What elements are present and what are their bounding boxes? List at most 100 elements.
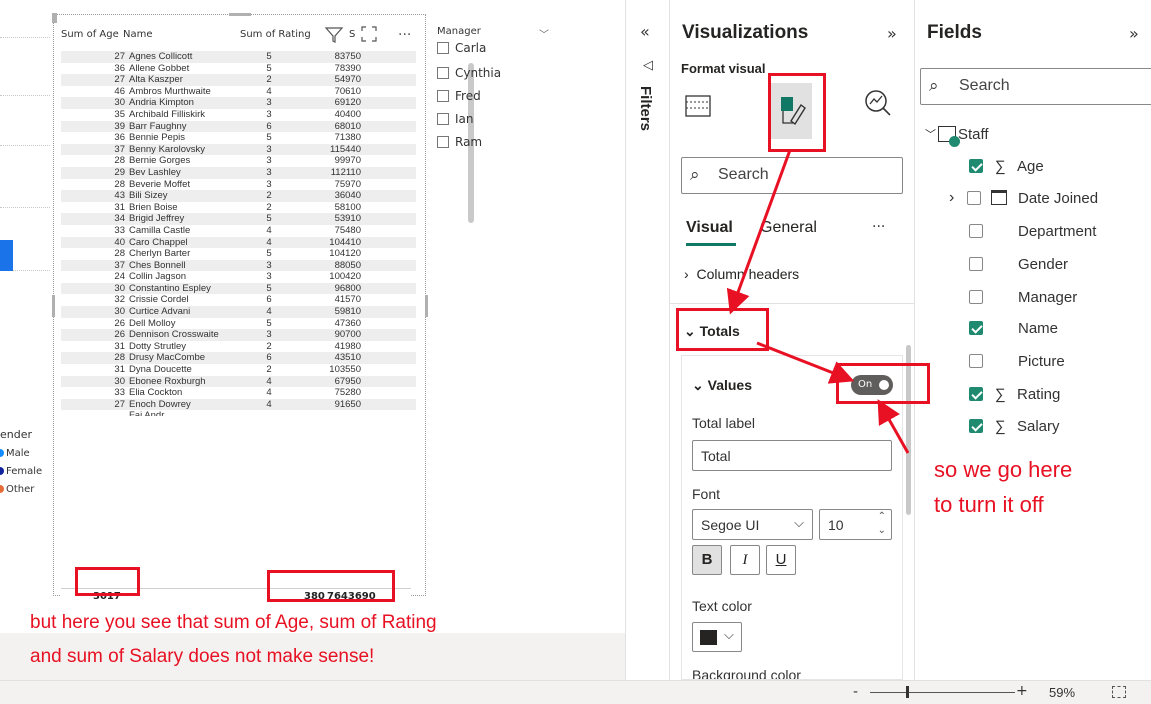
chevron-right-icon[interactable]: › xyxy=(949,189,954,207)
field-department[interactable]: Department xyxy=(915,220,1151,242)
total-label-input[interactable]: Total xyxy=(692,440,892,471)
filter-icon[interactable] xyxy=(324,25,344,49)
checkbox[interactable] xyxy=(437,42,449,54)
table-row[interactable]: 31 Dotty Strutley 2 41980 xyxy=(61,341,416,353)
more-options-icon[interactable]: ··· xyxy=(872,219,885,235)
table-row[interactable]: 43 Bili Sizey 2 36040 xyxy=(61,190,416,202)
legend-item-male[interactable]: Male xyxy=(0,444,42,462)
font-family-select[interactable]: Segoe UI ⌵ xyxy=(692,509,813,540)
more-options-icon[interactable]: ··· xyxy=(398,27,411,43)
checkbox[interactable] xyxy=(437,67,449,79)
slicer-item-ian[interactable]: Ian xyxy=(437,112,474,126)
collapse-left-icon[interactable]: « xyxy=(640,22,650,41)
table-row[interactable]: 36 Bennie Pepis 5 71380 xyxy=(61,132,416,144)
field-salary[interactable]: ∑ Salary xyxy=(915,415,1151,437)
table-row[interactable]: 33 Elia Cockton 4 75280 xyxy=(61,387,416,399)
zoom-in-button[interactable]: + xyxy=(1016,683,1028,699)
field-picture[interactable]: Picture xyxy=(915,350,1151,372)
table-row[interactable]: 30 Constantino Espley 5 96800 xyxy=(61,282,416,295)
table-row[interactable]: 31 Dyna Doucette 2 103550 xyxy=(61,364,416,376)
table-row[interactable]: 39 Barr Faughny 6 68010 xyxy=(61,120,416,133)
checkbox[interactable] xyxy=(437,113,449,125)
table-row[interactable]: 36 Allene Gobbet 5 78390 xyxy=(61,63,416,75)
table-row[interactable]: 27 Agnes Collicott 5 83750 xyxy=(61,51,416,63)
checkbox[interactable] xyxy=(437,136,449,148)
resize-handle[interactable] xyxy=(229,13,251,16)
filters-label[interactable]: Filters xyxy=(637,86,654,131)
resize-handle[interactable] xyxy=(425,295,428,317)
field-checkbox[interactable] xyxy=(969,224,983,238)
field-checkbox[interactable] xyxy=(969,257,983,271)
section-column-headers[interactable]: › Column headers xyxy=(684,266,799,282)
table-row[interactable]: 31 Brien Boise 2 58100 xyxy=(61,202,416,214)
table-row[interactable]: 30 Ebonee Roxburgh 4 67950 xyxy=(61,375,416,388)
slicer-item-cynthia[interactable]: Cynthia xyxy=(437,66,501,80)
fit-to-page-icon[interactable] xyxy=(1112,686,1126,698)
focus-mode-icon[interactable] xyxy=(360,25,378,47)
bold-button[interactable]: B xyxy=(692,545,722,575)
legend-item-female[interactable]: Female xyxy=(0,462,42,480)
table-row[interactable]: 27 Enoch Dowrey 4 91650 xyxy=(61,398,416,411)
expand-right-icon[interactable]: » xyxy=(887,24,897,43)
table-row[interactable]: 27 Alta Kaszper 2 54970 xyxy=(61,74,416,86)
table-row[interactable]: 46 Ambros Murthwaite 4 70610 xyxy=(61,86,416,98)
italic-button[interactable]: I xyxy=(730,545,760,575)
table-staff[interactable]: ﹀ Staff xyxy=(925,123,989,147)
zoom-out-button[interactable]: - xyxy=(853,684,858,700)
font-size-stepper[interactable]: 10 ⌃ ⌄ xyxy=(819,509,892,540)
table-row[interactable]: 29 Bev Lashley 3 112110 xyxy=(61,166,416,179)
table-row[interactable]: 37 Benny Karolovsky 3 115440 xyxy=(61,143,416,156)
table-row[interactable]: 37 Ches Bonnell 3 88050 xyxy=(61,259,416,272)
table-row[interactable]: 26 Dell Molloy 5 47360 xyxy=(61,318,416,330)
header-sum-of-rating[interactable]: Sum of Rating xyxy=(240,29,311,40)
field-checkbox[interactable] xyxy=(969,159,983,173)
table-visual[interactable]: Sum of Age Name Sum of Rating S ··· 27 Ag… xyxy=(52,13,474,604)
field-checkbox[interactable] xyxy=(969,290,983,304)
table-row[interactable]: 28 Cherlyn Barter 5 104120 xyxy=(61,248,416,260)
tab-general[interactable]: General xyxy=(760,219,817,237)
table-row[interactable]: 30 Andria Kimpton 3 69120 xyxy=(61,97,416,109)
slicer-item-ram[interactable]: Ram xyxy=(437,135,482,149)
table-row[interactable]: 30 Curtice Advani 4 59810 xyxy=(61,306,416,318)
resize-handle[interactable] xyxy=(52,13,57,23)
table-row[interactable]: 26 Dennison Crosswaite 3 90700 xyxy=(61,329,416,341)
header-sum-of-age[interactable]: Sum of Age xyxy=(61,29,119,40)
analytics-icon[interactable] xyxy=(863,88,893,122)
field-manager[interactable]: Manager xyxy=(915,286,1151,308)
header-name[interactable]: Name xyxy=(123,29,153,40)
chart-bar-fragment[interactable] xyxy=(0,240,13,271)
table-row[interactable]: 33 Camilla Castle 4 75480 xyxy=(61,225,416,237)
table-row[interactable]: 24 Collin Jagson 3 100420 xyxy=(61,271,416,283)
field-name[interactable]: Name xyxy=(915,317,1151,339)
legend-item-other[interactable]: Other xyxy=(0,480,42,498)
slicer-item-fred[interactable]: Fred xyxy=(437,89,481,103)
zoom-slider-track[interactable] xyxy=(870,692,1015,693)
header-sum-of-salary[interactable]: S xyxy=(349,29,355,40)
format-search-input[interactable]: ⌕ Search xyxy=(681,157,903,194)
field-checkbox[interactable] xyxy=(969,387,983,401)
stepper-arrows-icon[interactable]: ⌃ ⌄ xyxy=(878,510,886,538)
chevron-down-icon[interactable]: ﹀ xyxy=(539,26,549,41)
field-age[interactable]: ∑ Age xyxy=(915,155,1151,177)
table-row[interactable]: 28 Beverie Moffet 3 75970 xyxy=(61,179,416,191)
field-checkbox[interactable] xyxy=(969,419,983,433)
table-row[interactable]: 28 Bernie Gorges 3 99970 xyxy=(61,155,416,167)
field-date-joined[interactable]: › Date Joined xyxy=(915,187,1151,209)
field-gender[interactable]: Gender xyxy=(915,253,1151,275)
field-checkbox[interactable] xyxy=(967,191,981,205)
table-row[interactable]: 32 Crissie Cordel 6 41570 xyxy=(61,294,416,306)
field-rating[interactable]: ∑ Rating xyxy=(915,383,1151,405)
table-row[interactable]: 35 Archibald Filliskirk 3 40400 xyxy=(61,109,416,121)
table-row[interactable]: 40 Caro Chappel 4 104410 xyxy=(61,236,416,249)
resize-handle[interactable] xyxy=(52,295,55,317)
expand-right-icon[interactable]: » xyxy=(1129,24,1139,43)
fields-search-input[interactable]: ⌕ Search xyxy=(920,68,1151,105)
field-checkbox[interactable] xyxy=(969,354,983,368)
table-row[interactable]: 34 Brigid Jeffrey 5 53910 xyxy=(61,213,416,225)
tab-visual[interactable]: Visual xyxy=(686,219,733,237)
table-row[interactable]: 28 Drusy MacCombe 6 43510 xyxy=(61,352,416,365)
zoom-slider-thumb[interactable] xyxy=(906,686,909,698)
zoom-level[interactable]: 59% xyxy=(1049,685,1075,700)
build-visual-icon[interactable] xyxy=(684,92,714,126)
text-color-picker[interactable]: ⌵ xyxy=(692,622,742,652)
